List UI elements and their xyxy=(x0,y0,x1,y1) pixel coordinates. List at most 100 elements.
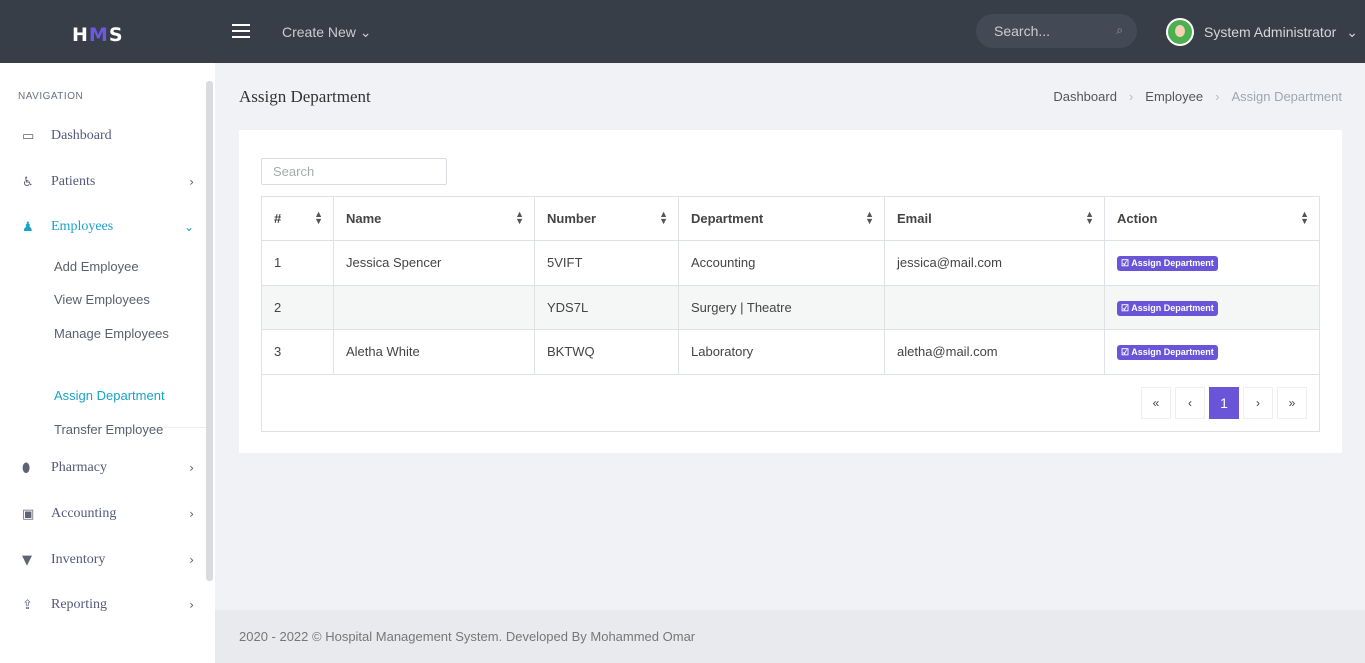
cell-action: ☑ Assign Department xyxy=(1104,240,1320,286)
cell-name: Aletha White xyxy=(333,329,535,375)
breadcrumb: Dashboard › Employee › Assign Department xyxy=(1053,89,1342,104)
table-search-input[interactable]: Search xyxy=(261,158,447,185)
sidebar-item-inventory[interactable]: ▼ Inventory › xyxy=(22,552,194,568)
search-input[interactable]: Search... ⌕ xyxy=(976,14,1137,48)
cell-number: 1 xyxy=(261,240,334,286)
sort-icon: ▲ ▼ xyxy=(515,209,524,226)
search-placeholder: Search xyxy=(273,164,315,179)
breadcrumb-employee[interactable]: Employee xyxy=(1145,89,1203,104)
col-action-header[interactable]: Action ▲ ▼ xyxy=(1104,196,1320,241)
top-navbar: HMS Create New ⌄ Search... ⌕ System Admin… xyxy=(0,0,1365,63)
sidebar-item-accounting[interactable]: ▣ Accounting › xyxy=(22,506,194,522)
label: Patients xyxy=(51,174,96,189)
col-number-header[interactable]: # ▲ ▼ xyxy=(261,196,334,241)
next-page-button[interactable]: › xyxy=(1243,386,1273,419)
wheelchair-icon: ♿ xyxy=(22,174,34,190)
label: Number xyxy=(547,211,597,226)
cell-action: ☑ Assign Department xyxy=(1104,329,1320,375)
cell-id: YDS7L xyxy=(534,284,679,330)
sub-item-add-employee[interactable]: Add Employee xyxy=(54,259,139,274)
sort-icon: ▲ ▼ xyxy=(1085,209,1094,226)
cell-email: jessica@mail.com xyxy=(884,240,1105,286)
user-name: System Administrator xyxy=(1204,24,1337,40)
cell-id: BKTWQ xyxy=(534,329,679,375)
sidebar-item-patients[interactable]: ♿ Patients › xyxy=(22,174,194,190)
label: # xyxy=(274,211,282,226)
assign-department-button[interactable]: ☑ Assign Department xyxy=(1117,345,1218,361)
page-1-button[interactable]: 1 xyxy=(1209,386,1239,419)
prev-page-button[interactable]: ‹ xyxy=(1175,386,1205,419)
col-name-header[interactable]: Name ▲ ▼ xyxy=(333,196,535,241)
pill-icon: ⬮ xyxy=(22,460,31,476)
sidebar-item-employees[interactable]: ♟ Employees ⌄ xyxy=(22,219,194,235)
cell-number: 2 xyxy=(261,284,334,330)
nav-heading: NAVIGATION xyxy=(18,91,84,102)
col-department-header[interactable]: Department ▲ ▼ xyxy=(678,196,885,241)
sidebar-item-dashboard[interactable]: ▭ Dashboard xyxy=(22,128,194,144)
table-row: 1 Jessica Spencer 5VIFT Accounting jessica@m… xyxy=(261,240,1320,286)
cell-department: Laboratory xyxy=(678,329,885,375)
cell-email: aletha@mail.com xyxy=(884,329,1105,375)
scrollbar[interactable] xyxy=(206,81,213,581)
sidebar-item-reporting[interactable]: ⇪ Reporting › xyxy=(22,597,194,613)
filter-dollar-icon: ▼ xyxy=(22,552,32,568)
table-row: 2 YDS7L Surgery | Theatre ☑ Assign Departm… xyxy=(261,284,1320,330)
pagination-cell: « ‹ 1 › » xyxy=(261,373,1320,432)
page-title: Assign Department xyxy=(239,87,371,106)
sub-item-manage-employees[interactable]: Manage Employees xyxy=(54,326,169,341)
label: Pharmacy xyxy=(51,460,107,475)
footer: 2020 - 2022 © Hospital Management System… xyxy=(215,610,1365,663)
cell-action: ☑ Assign Department xyxy=(1104,284,1320,330)
create-new-dropdown[interactable]: Create New ⌄ xyxy=(282,24,372,41)
assign-department-button[interactable]: ☑ Assign Department xyxy=(1117,300,1218,316)
chevron-down-icon: ⌄ xyxy=(1346,23,1358,40)
search-placeholder: Search... xyxy=(994,23,1051,39)
chevron-right-icon: › xyxy=(189,553,194,567)
label: Employees xyxy=(51,219,114,234)
sub-item-view-employees[interactable]: View Employees xyxy=(54,292,150,307)
avatar xyxy=(1166,18,1194,46)
sort-icon: ▲ ▼ xyxy=(865,209,874,226)
employees-table: # ▲ ▼ Name ▲ ▼ Number ▲ ▼ Department ▲ ▼ Email ▲ ▼… xyxy=(261,196,1320,432)
user-menu[interactable]: System Administrator ⌄ xyxy=(1166,18,1358,46)
col-email-header[interactable]: Email ▲ ▼ xyxy=(884,196,1105,241)
chevron-right-icon: › xyxy=(189,507,194,521)
chevron-right-icon: › xyxy=(189,461,194,475)
chevron-right-icon: › xyxy=(189,598,194,612)
sort-icon: ▲ ▼ xyxy=(1300,209,1309,226)
cell-number: 3 xyxy=(261,329,334,375)
breadcrumb-current: Assign Department xyxy=(1231,89,1342,104)
first-page-button[interactable]: « xyxy=(1141,386,1171,419)
menu-toggle-icon[interactable] xyxy=(232,24,250,38)
label: Action xyxy=(1117,211,1158,226)
user-icon: ♟ xyxy=(22,219,34,235)
cell-name: Jessica Spencer xyxy=(333,240,535,286)
sub-item-transfer-employee[interactable]: Transfer Employee xyxy=(54,422,163,437)
last-page-button[interactable]: » xyxy=(1277,386,1307,419)
sub-item-assign-department[interactable]: Assign Department xyxy=(54,388,165,403)
label: Accounting xyxy=(51,506,117,521)
cell-department: Surgery | Theatre xyxy=(678,284,885,330)
monitor-icon: ▭ xyxy=(22,128,35,144)
cell-email xyxy=(884,284,1105,330)
label: Email xyxy=(897,211,932,226)
money-icon: ▣ xyxy=(22,506,35,522)
label: Name xyxy=(346,211,382,226)
sidebar-item-pharmacy[interactable]: ⬮ Pharmacy › xyxy=(22,460,194,476)
label: Department xyxy=(691,211,764,226)
sidebar: NAVIGATION ▭ Dashboard ♿ Patients › ♟ Employ… xyxy=(0,63,215,663)
chevron-down-icon: ⌄ xyxy=(183,220,194,234)
table-card: Search # ▲ ▼ Name ▲ ▼ Number ▲ ▼ Department ▲ ▼ … xyxy=(239,130,1342,453)
col-id-header[interactable]: Number ▲ ▼ xyxy=(534,196,679,241)
search-icon: ⌕ xyxy=(1116,23,1123,37)
assign-department-button[interactable]: ☑ Assign Department xyxy=(1117,256,1218,272)
breadcrumb-dashboard[interactable]: Dashboard xyxy=(1053,89,1117,104)
sort-icon: ▲ ▼ xyxy=(314,209,323,226)
logo[interactable]: HMS xyxy=(72,24,124,46)
pagination: « ‹ 1 › » xyxy=(1141,386,1307,419)
label: Dashboard xyxy=(51,128,112,143)
chevron-right-icon: › xyxy=(189,175,194,189)
sort-icon: ▲ ▼ xyxy=(659,209,668,226)
chevron-right-icon: › xyxy=(1128,89,1134,104)
share-icon: ⇪ xyxy=(22,597,33,613)
